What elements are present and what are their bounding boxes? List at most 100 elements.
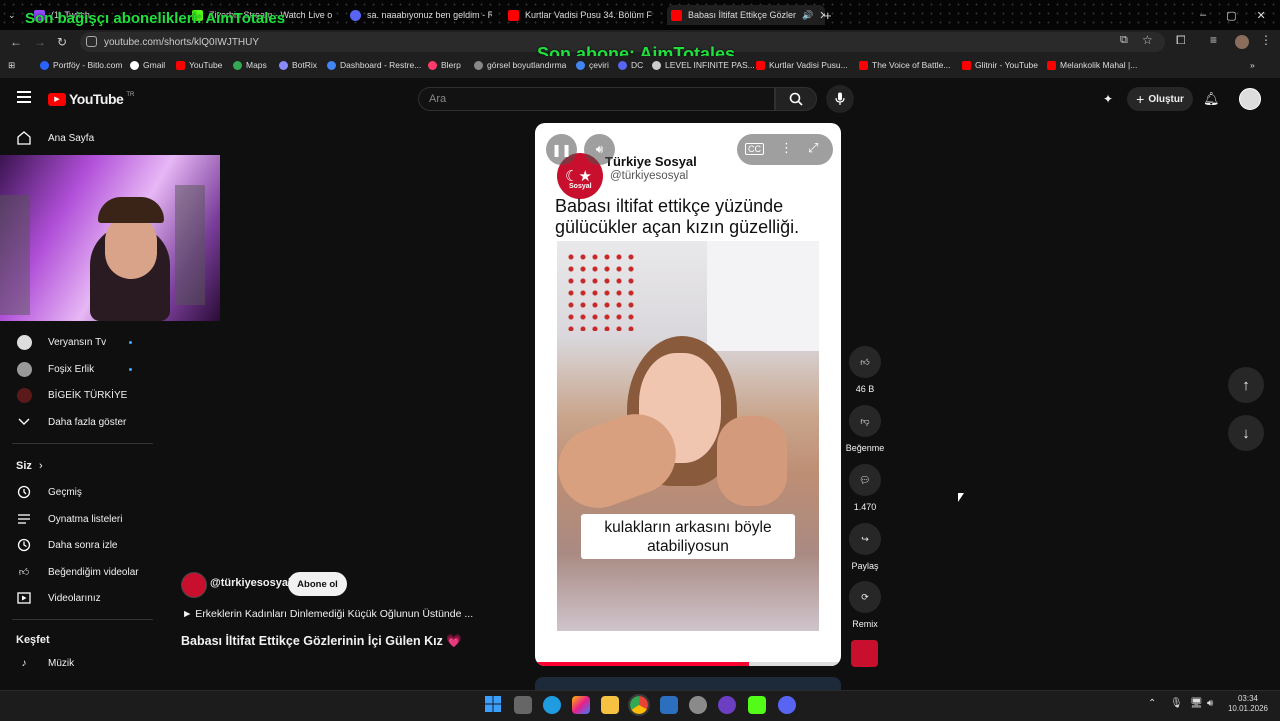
sidebar-sub-bigeik[interactable]: BİGEİK TÜRKİYE [16,384,127,406]
search-button[interactable] [775,87,817,111]
edge-icon[interactable] [543,696,561,714]
tray-chevron-up-icon[interactable]: ⌃ [1148,698,1156,709]
previous-short-button[interactable]: ↑ [1228,367,1264,403]
pause-button[interactable]: ❚❚ [546,134,577,165]
like-button[interactable]: 👍︎ 46 B [848,346,882,394]
related-video-link[interactable]: ► Erkeklerin Kadınları Dinlemediği Küçük… [182,608,473,620]
youtube-logo[interactable]: ▶ YouTube TR [48,91,134,107]
site-info-icon[interactable] [86,36,97,47]
more-bookmarks-icon[interactable]: » [1250,60,1255,70]
sidebar-show-more[interactable]: Daha fazla göster [16,411,126,433]
subscribe-button[interactable]: Abone ol [288,572,347,596]
sidebar-item-watch-later[interactable]: Daha sonra izle [16,534,117,556]
bookmark-item[interactable]: BotRix [279,60,317,70]
tab-kurtlar[interactable]: Kurtlar Vadisi Pusu 34. Bölüm F ✕ [508,5,656,25]
more-options-icon[interactable]: ⋮ [780,140,793,156]
sparkle-icon[interactable]: ✦ [1103,92,1113,106]
voice-search-button[interactable] [826,85,854,113]
account-avatar[interactable] [1239,88,1261,110]
bookmark-item[interactable]: Melankolik Mahal |... [1047,60,1137,70]
notifications-bell-icon[interactable]: 🔔︎ [1203,91,1220,107]
tray-microphone-icon[interactable]: 🎙︎ [1170,698,1183,709]
sidebar-sub-veryansin[interactable]: Veryansın Tv [16,331,106,353]
copilot-icon[interactable] [572,696,590,714]
minimize-icon[interactable]: – [1200,9,1206,21]
bookmark-item[interactable]: Portföy - Bitlo.com [40,60,122,70]
window-close-icon[interactable]: ✕ [1257,9,1266,22]
search-input[interactable]: Ara [418,87,775,111]
install-app-icon[interactable]: ⧉ [1120,34,1128,47]
discord-icon[interactable] [778,696,796,714]
sidebar-item-playlists[interactable]: Oynatma listeleri [16,508,122,530]
bookmark-item[interactable]: Maps [233,60,267,70]
your-videos-icon [16,590,32,606]
extensions-icon[interactable]: ⧠ [1176,33,1186,48]
speaker-icon: 🔊 [802,9,814,20]
tab-active-short[interactable]: Babası İltifat Ettikçe Gözler 🔊 ✕ [667,5,825,25]
bookmark-item[interactable]: LEVEL INFINITE PAS... [652,60,755,70]
bookmark-item[interactable]: DC [618,60,643,70]
logo-region: TR [126,92,135,98]
forward-icon[interactable]: → [34,35,46,49]
app-icon[interactable] [660,696,678,714]
fullscreen-icon[interactable]: ⤢ [808,140,818,156]
bookmark-item[interactable]: Dashboard - Restre... [327,60,421,70]
bookmark-item[interactable]: Blerp [428,60,461,70]
tray-network-icon[interactable]: 🖥︎ [1190,698,1203,709]
wall-decor [175,185,205,305]
new-tab-button[interactable]: + [824,5,832,25]
chrome-icon[interactable] [628,694,650,716]
windows-start-icon[interactable] [485,696,503,714]
back-icon[interactable]: ← [10,35,22,49]
bookmark-item[interactable]: çeviri [576,60,609,70]
sidebar-item-home[interactable]: Ana Sayfa [16,127,94,149]
bookmark-label: Blerp [441,60,461,70]
share-button[interactable]: ↪ Paylaş [848,523,882,571]
browser-menu-icon[interactable]: ⋮ [1260,33,1272,47]
bookmark-item[interactable]: Kurtlar Vadisi Pusu... [756,60,848,70]
menu-icon[interactable] [17,91,31,103]
bookmark-item[interactable]: YouTube [176,60,222,70]
kick-icon[interactable] [748,696,766,714]
sidebar-sub-fosix[interactable]: Foşix Erlik [16,358,94,380]
volume-button[interactable]: 🔊︎ [584,134,615,165]
tab-search-menu-icon[interactable]: ⌄ [8,5,16,25]
channel-handle[interactable]: @türkiyesosyal [210,577,291,589]
bookmark-item[interactable]: Gmail [130,60,165,70]
sidebar-item-history[interactable]: Geçmiş [16,481,82,503]
remix-button[interactable]: ⟳ Remix [848,581,882,629]
tab-discord[interactable]: sa. naaabıyonuz ben geldim - R ✕ [350,5,492,25]
bookmark-item[interactable]: görsel boyutlandırma [474,60,566,70]
create-button[interactable]: + Oluştur [1127,87,1193,111]
apps-grid-icon[interactable]: ⊞ [8,60,15,71]
sidebar-item-your-videos[interactable]: Videolarınız [16,587,101,609]
task-view-icon[interactable] [514,696,532,714]
sidebar-you-heading[interactable]: Siz › [16,460,43,472]
next-short-button[interactable]: ↓ [1228,415,1264,451]
sidebar-item-liked[interactable]: 👍︎ Beğendiğim videolar [16,561,139,583]
file-explorer-icon[interactable] [601,696,619,714]
maximize-icon[interactable]: ▢ [1226,9,1236,22]
bookmark-star-icon[interactable]: ☆ [1142,33,1153,47]
settings-gear-icon[interactable] [689,696,707,714]
sidebar-item-label: Videolarınız [48,592,101,604]
reload-icon[interactable]: ↻ [57,35,67,49]
channel-avatar-icon [16,387,32,403]
dislike-button[interactable]: 👎︎ Beğenme [845,405,885,453]
channel-avatar[interactable] [181,572,207,598]
channel-avatar-icon [16,334,32,350]
sound-channel-thumbnail[interactable] [851,640,878,667]
profile-avatar[interactable] [1235,35,1249,49]
bookmark-item[interactable]: Glitnir - YouTube [962,60,1038,70]
bookmark-item[interactable]: The Voice of Battle... [859,60,950,70]
comments-button[interactable]: 💬︎ 1.470 [848,464,882,512]
sidebar-item-music[interactable]: ♪ Müzik [16,652,75,674]
youtube-icon [1047,60,1056,70]
tray-volume-icon[interactable]: 🔊︎ [1207,698,1213,709]
app-icon[interactable] [718,696,736,714]
media-controls-icon[interactable]: ≡ [1210,33,1217,47]
bookmark-label: Melankolik Mahal |... [1060,60,1138,70]
tray-clock[interactable]: 03:34 10.01.2026 [1226,694,1270,714]
captions-icon[interactable]: CC [745,143,764,155]
progress-track[interactable] [535,662,841,666]
